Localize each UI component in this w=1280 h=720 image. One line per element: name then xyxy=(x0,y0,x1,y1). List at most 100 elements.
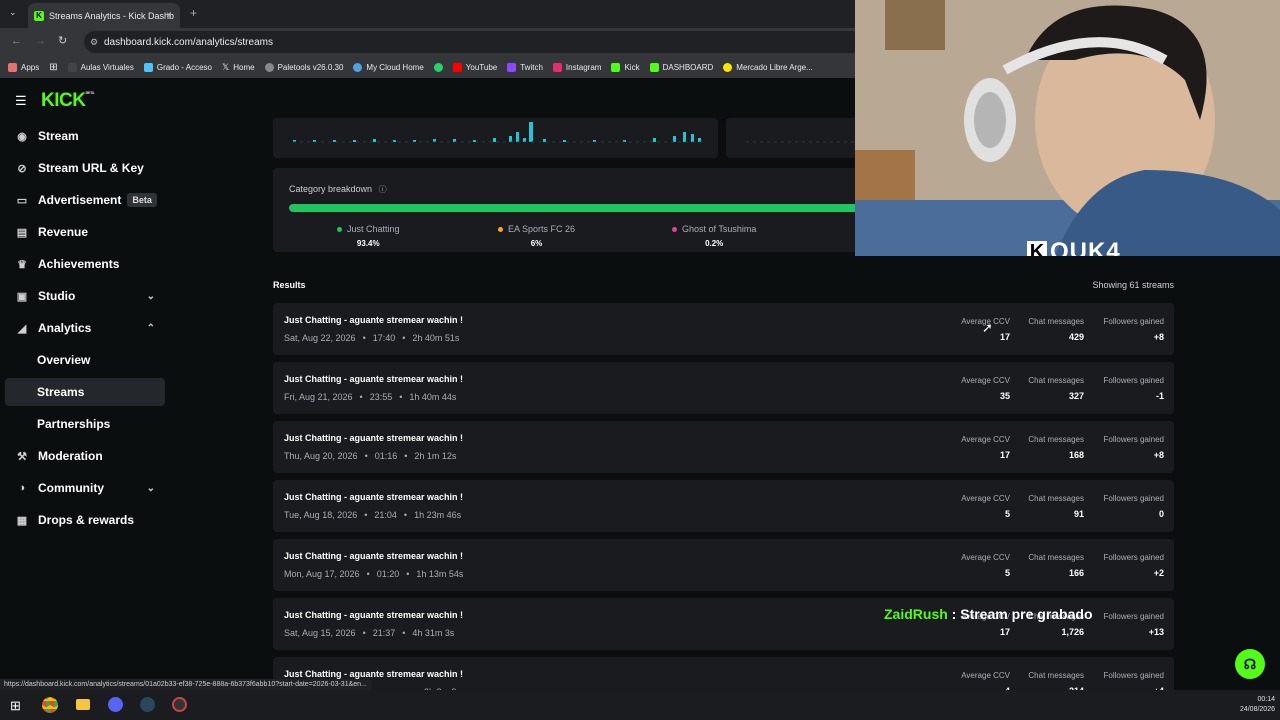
stat-label: Average CCV xyxy=(961,376,1010,385)
stream-meta: Thu, Aug 20, 2026 • 01:16 • 2h 1m 12s xyxy=(284,451,456,461)
discord-icon[interactable] xyxy=(108,697,123,712)
menu-icon[interactable]: ☰ xyxy=(15,93,27,109)
studio-icon: ▣ xyxy=(16,290,28,303)
stream-row[interactable]: Just Chatting - aguante stremear wachin … xyxy=(273,539,1174,591)
address-bar[interactable]: ⚙ dashboard.kick.com/analytics/streams xyxy=(84,31,864,53)
support-chat-button[interactable]: ☊ xyxy=(1235,649,1265,679)
bookmark-mercadolibre[interactable]: Mercado Libre Arge... xyxy=(723,62,813,72)
site-info-icon[interactable]: ⚙ xyxy=(90,37,98,48)
sidebar-item-studio[interactable]: ▣ Studio ⌄ xyxy=(5,282,165,310)
bookmark-aulas[interactable]: Aulas Virtuales xyxy=(67,62,134,72)
hammer-icon: ⚒ xyxy=(17,450,27,463)
clock-time: 00:14 xyxy=(1257,696,1275,703)
stat-label: Followers gained xyxy=(1103,553,1164,562)
results-count: Showing 61 streams xyxy=(1092,280,1174,290)
sidebar-item-moderation[interactable]: ⚒ Moderation xyxy=(5,442,165,470)
tab-list-chevron-icon[interactable]: ⌄ xyxy=(9,7,17,18)
stat-label: Followers gained xyxy=(1103,317,1164,326)
stream-date: Sat, Aug 22, 2026 xyxy=(284,333,356,343)
bookmark-kick[interactable]: Kick xyxy=(611,62,640,72)
stat-label: Average CCV xyxy=(961,435,1010,444)
stat-label: Average CCV xyxy=(961,671,1010,680)
stream-row[interactable]: Just Chatting - aguante stremear wachin … xyxy=(273,480,1174,532)
dot-icon xyxy=(672,227,677,233)
steam-icon[interactable] xyxy=(140,697,155,712)
bookmark-dashboard[interactable]: DASHBOARD xyxy=(649,62,713,72)
tab-close-icon[interactable]: × xyxy=(166,10,172,21)
category-breakdown-card: Category breakdown ⓘ Just Chatting 93.4%… xyxy=(273,168,873,252)
sidebar-item-analytics[interactable]: ◢ Analytics ⌃ xyxy=(5,314,165,342)
stream-row[interactable]: Just Chatting - aguante stremear wachin … xyxy=(273,362,1174,414)
bookmark-whatsapp[interactable] xyxy=(433,62,443,72)
stream-row[interactable]: Just Chatting - aguante stremear wachin … xyxy=(273,421,1174,473)
separator-dot: • xyxy=(364,451,368,461)
clock[interactable]: 00:14 24/08/2026 xyxy=(1225,695,1275,715)
stat-label: Followers gained xyxy=(1103,671,1164,680)
stat-ccv: Average CCV 5 xyxy=(961,494,1010,519)
chat-message: Stream pre grabado xyxy=(960,606,1093,622)
stream-meta: Sat, Aug 22, 2026 • 17:40 • 2h 40m 51s xyxy=(284,333,459,343)
sidebar-item-stream-url-key[interactable]: ⊘ Stream URL & Key xyxy=(5,154,165,182)
stream-duration: 1h 40m 44s xyxy=(409,392,457,402)
bookmark-grado[interactable]: Grado - Acceso xyxy=(143,62,212,72)
sidebar-item-advertisement[interactable]: ▭ Advertisement Beta xyxy=(5,186,165,214)
chat-user: ZaidRush xyxy=(884,606,948,622)
sidebar-item-stream[interactable]: ◉ Stream xyxy=(5,122,165,150)
sidebar-item-community[interactable]: ◑ Community ⌄ xyxy=(5,474,165,502)
sidebar-item-overview[interactable]: Overview xyxy=(5,346,165,374)
file-explorer-icon[interactable] xyxy=(76,699,90,710)
stream-date: Mon, Aug 17, 2026 xyxy=(284,569,360,579)
bookmark-mycloud[interactable]: My Cloud Home xyxy=(353,62,424,72)
bookmark-paletools[interactable]: Paletools v26.0.30 xyxy=(264,62,343,72)
stat-followers: Followers gained +2 xyxy=(1104,553,1164,578)
link-icon: ⊘ xyxy=(17,162,27,175)
obs-icon[interactable] xyxy=(172,697,187,712)
separator-dot: • xyxy=(362,333,366,343)
stream-date: Fri, Aug 21, 2026 xyxy=(284,392,353,402)
forward-icon[interactable]: → xyxy=(35,35,46,47)
cam-name: QUK4 xyxy=(1050,238,1121,256)
separator-dot: • xyxy=(404,451,408,461)
stat-followers: Followers gained -1 xyxy=(1104,376,1164,401)
reload-icon[interactable]: ↻ xyxy=(58,34,67,47)
stream-time: 21:37 xyxy=(372,628,396,638)
sidebar-item-achievements[interactable]: ♛ Achievements xyxy=(5,250,165,278)
stat-value: 17 xyxy=(999,627,1010,637)
stat-value: 35 xyxy=(999,391,1010,401)
separator-dot: • xyxy=(406,569,410,579)
stream-row[interactable]: Just Chatting - aguante stremear wachin … xyxy=(273,303,1174,355)
bookmark-grid[interactable]: ⊞ xyxy=(49,62,57,73)
stat-ccv: Average CCV 17 xyxy=(961,435,1010,460)
chrome-icon[interactable] xyxy=(42,697,58,713)
headset-icon: ☊ xyxy=(1243,655,1257,672)
bookmark-instagram[interactable]: Instagram xyxy=(552,62,601,72)
url-text: dashboard.kick.com/analytics/streams xyxy=(104,36,273,48)
bookmark-twitch[interactable]: Twitch xyxy=(507,62,543,72)
windows-start-icon[interactable]: ⊞ xyxy=(10,698,21,714)
stream-meta: Sat, Aug 15, 2026 • 21:37 • 4h 31m 3s xyxy=(284,628,454,638)
stat-value: +8 xyxy=(1153,332,1164,342)
sidebar-item-partnerships[interactable]: Partnerships xyxy=(5,410,165,438)
sidebar-item-streams[interactable]: Streams xyxy=(5,378,165,406)
stat-value: 1,726 xyxy=(1061,627,1084,637)
back-icon[interactable]: ← xyxy=(11,35,22,47)
new-tab-icon[interactable]: + xyxy=(190,6,197,20)
bookmark-apps[interactable]: Apps xyxy=(8,62,39,72)
community-icon: ◑ xyxy=(18,482,26,494)
stat-chat: Chat messages 91 xyxy=(1028,494,1084,519)
sidebar-item-revenue[interactable]: ▤ Revenue xyxy=(5,218,165,246)
stream-meta: Mon, Aug 17, 2026 • 01:20 • 1h 13m 54s xyxy=(284,569,463,579)
browser-tab[interactable]: K Streams Analytics - Kick Dashb × xyxy=(28,3,180,28)
separator-dot: • xyxy=(362,628,366,638)
stat-value: +8 xyxy=(1153,450,1164,460)
kick-logo[interactable]: KICKBETA xyxy=(41,90,95,112)
info-icon[interactable]: ⓘ xyxy=(379,185,387,194)
stat-label: Followers gained xyxy=(1103,612,1164,621)
stat-value: 5 xyxy=(1004,509,1010,519)
bookmark-home[interactable]: 𝕏 Home xyxy=(222,62,255,73)
stat-label: Average CCV xyxy=(961,553,1010,562)
sidebar-item-drops-rewards[interactable]: ▦ Drops & rewards xyxy=(5,506,165,534)
stream-title: Just Chatting - aguante stremear wachin … xyxy=(284,492,464,502)
bookmark-youtube[interactable]: YouTube xyxy=(452,62,497,72)
webcam-overlay: K QUK4 xyxy=(855,0,1280,256)
